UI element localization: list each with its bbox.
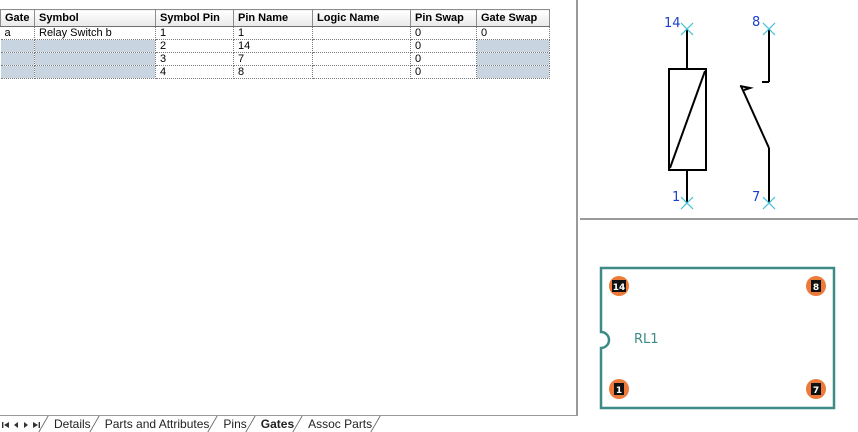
cell-gate[interactable] [0, 65, 35, 79]
cell-gate-swap[interactable] [476, 52, 550, 66]
svg-text:1: 1 [616, 386, 622, 396]
cell-pin-swap[interactable]: 0 [410, 65, 477, 79]
relay-symbol-graphic: 14 8 1 7 [664, 15, 776, 210]
cell-symbol[interactable] [34, 65, 156, 79]
cell-pin-swap[interactable]: 0 [410, 52, 477, 66]
cell-gate-swap[interactable]: 0 [476, 26, 550, 40]
relay-footprint-graphic: RL1 14 8 1 7 [599, 266, 836, 410]
cell-symbol[interactable] [34, 52, 156, 66]
table-row[interactable]: 2 14 0 [0, 39, 550, 53]
column-header-gate-swap[interactable]: Gate Swap [476, 9, 550, 27]
gates-grid-panel: Gate Symbol Symbol Pin Pin Name Logic Na… [0, 0, 578, 432]
footprint-preview-panel: RL1 14 8 1 7 [580, 222, 858, 432]
cell-logic-name[interactable] [312, 39, 411, 53]
cell-symbol-pin[interactable]: 4 [155, 65, 234, 79]
cell-logic-name[interactable] [312, 26, 411, 40]
switch-arm [740, 85, 770, 149]
tab-strip-end [378, 416, 382, 432]
pad-top-right: 8 [806, 276, 826, 296]
pin-label-1: 1 [672, 190, 680, 205]
tab-details[interactable]: Details [46, 416, 97, 432]
pin-label-7: 7 [752, 190, 760, 205]
cell-gate[interactable]: a [0, 26, 35, 40]
cell-pin-name[interactable]: 14 [233, 39, 313, 53]
pad-top-left: 14 [609, 276, 629, 296]
cell-logic-name[interactable] [312, 65, 411, 79]
column-header-symbol[interactable]: Symbol [34, 9, 156, 27]
prev-icon[interactable] [11, 418, 20, 432]
cell-gate-swap[interactable] [476, 65, 550, 79]
cell-gate-swap[interactable] [476, 39, 550, 53]
cell-logic-name[interactable] [312, 52, 411, 66]
tab-assoc-parts[interactable]: Assoc Parts [300, 416, 378, 432]
column-header-gate[interactable]: Gate [0, 9, 35, 27]
pad-bottom-right: 7 [806, 379, 826, 399]
cell-pin-name[interactable]: 8 [233, 65, 313, 79]
cell-pin-swap[interactable]: 0 [410, 39, 477, 53]
svg-text:7: 7 [813, 386, 819, 396]
table-row[interactable]: 3 7 0 [0, 52, 550, 66]
first-icon[interactable] [1, 418, 10, 432]
column-header-logic-name[interactable]: Logic Name [312, 9, 411, 27]
cell-pin-swap[interactable]: 0 [410, 26, 477, 40]
cell-pin-name[interactable]: 7 [233, 52, 313, 66]
table-row[interactable]: a Relay Switch b 1 1 0 0 [0, 26, 550, 40]
coil-diagonal [669, 70, 706, 169]
cell-gate[interactable] [0, 39, 35, 53]
designator-label: RL1 [634, 332, 659, 347]
cell-symbol[interactable]: Relay Switch b [34, 26, 156, 40]
gates-table: Gate Symbol Symbol Pin Pin Name Logic Na… [0, 9, 550, 79]
cell-symbol[interactable] [34, 39, 156, 53]
column-header-pin-swap[interactable]: Pin Swap [410, 9, 477, 27]
symbol-preview-panel: 14 8 1 7 [580, 0, 858, 220]
pin-label-8: 8 [752, 15, 760, 30]
cell-symbol-pin[interactable]: 2 [155, 39, 234, 53]
next-icon[interactable] [21, 418, 30, 432]
cell-symbol-pin[interactable]: 1 [155, 26, 234, 40]
tab-parts-and-attributes[interactable]: Parts and Attributes [97, 416, 216, 432]
cell-symbol-pin[interactable]: 3 [155, 52, 234, 66]
svg-text:14: 14 [613, 283, 626, 293]
table-header-row: Gate Symbol Symbol Pin Pin Name Logic Na… [0, 9, 550, 27]
cell-gate[interactable] [0, 52, 35, 66]
sheet-tab-strip: Details Parts and Attributes Pins Gates … [0, 415, 578, 432]
pin-label-14: 14 [664, 16, 681, 31]
pad-bottom-left: 1 [609, 379, 629, 399]
cell-pin-name[interactable]: 1 [233, 26, 313, 40]
table-row[interactable]: 4 8 0 [0, 65, 550, 79]
column-header-pin-name[interactable]: Pin Name [233, 9, 313, 27]
column-header-symbol-pin[interactable]: Symbol Pin [155, 9, 234, 27]
svg-text:8: 8 [813, 283, 819, 293]
